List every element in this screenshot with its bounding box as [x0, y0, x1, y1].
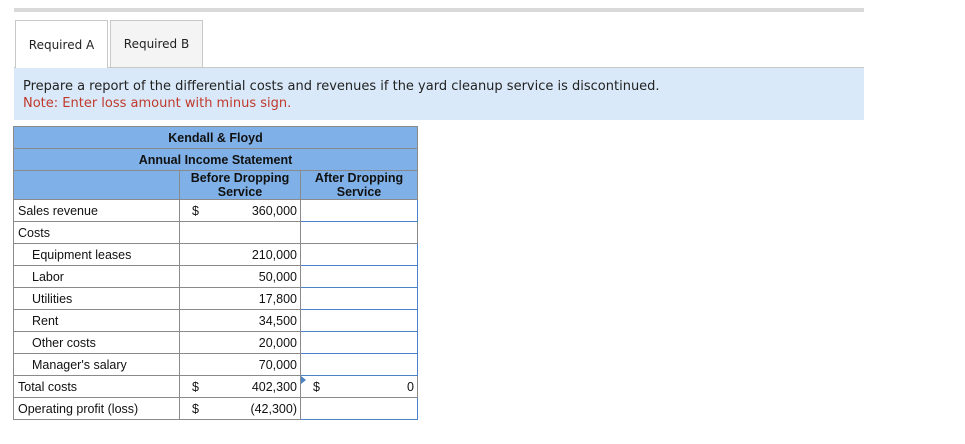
after-input-cell[interactable] — [300, 309, 418, 332]
instructions-panel: Prepare a report of the differential cos… — [14, 67, 864, 120]
table-row: Labor 50,000 — [13, 265, 418, 288]
instructions-text: Prepare a report of the differential cos… — [23, 79, 660, 94]
tab-required-a[interactable]: Required A — [15, 20, 108, 68]
tab-required-b[interactable]: Required B — [110, 20, 203, 67]
after-input-cell[interactable] — [300, 353, 418, 376]
header-blank — [13, 170, 180, 200]
before-value-cell: 70,000 — [179, 353, 306, 376]
after-input-cell[interactable] — [300, 243, 418, 266]
after-amount-input[interactable] — [304, 267, 414, 286]
before-value: 360,000 — [251, 203, 297, 218]
row-label: Manager's salary — [13, 353, 180, 376]
row-label: Utilities — [13, 287, 180, 310]
statement-title: Annual Income Statement — [13, 148, 418, 171]
before-value: (42,300) — [250, 401, 297, 416]
before-value-cell — [179, 221, 301, 244]
before-value: 20,000 — [258, 335, 297, 350]
table-row: Sales revenue $360,000 — [13, 199, 418, 222]
company-name: Kendall & Floyd — [13, 126, 418, 149]
table-row: Manager's salary 70,000 — [13, 353, 418, 376]
top-divider — [14, 8, 864, 12]
income-statement-table: Kendall & Floyd Annual Income Statement … — [13, 126, 418, 420]
dollar-sign: $ — [313, 379, 320, 394]
table-row: Operating profit (loss) $ (42,300) — [13, 397, 418, 420]
table-row: Equipment leases 210,000 — [13, 243, 418, 266]
before-value-cell: 17,800 — [179, 287, 306, 310]
table-row: Rent 34,500 — [13, 309, 418, 332]
before-value-cell: $360,000 — [179, 199, 306, 222]
after-amount-input[interactable] — [304, 245, 414, 264]
before-value-cell: $ (42,300) — [179, 397, 306, 420]
table-row: Total costs $402,300 $0 — [13, 375, 418, 398]
row-label: Rent — [13, 309, 180, 332]
after-amount-input[interactable] — [304, 399, 414, 418]
before-value-cell: $402,300 — [179, 375, 306, 398]
before-value: 34,500 — [258, 313, 297, 328]
row-label: Other costs — [13, 331, 180, 354]
after-input-cell[interactable] — [300, 265, 418, 288]
after-amount-input[interactable] — [304, 311, 414, 330]
before-value: 210,000 — [251, 247, 297, 262]
after-amount-input[interactable] — [304, 289, 414, 308]
after-input-cell[interactable] — [300, 199, 418, 222]
before-value: 50,000 — [258, 269, 297, 284]
after-value-cell: $0 — [300, 375, 418, 398]
row-label: Operating profit (loss) — [13, 397, 180, 420]
row-label: Equipment leases — [13, 243, 180, 266]
after-amount-input[interactable] — [304, 333, 414, 352]
table-row: Costs — [13, 221, 418, 244]
before-value: 70,000 — [258, 357, 297, 372]
row-label: Costs — [13, 221, 180, 244]
after-value-cell — [300, 221, 418, 244]
col-header-before: Before Dropping Service — [179, 170, 301, 200]
before-value: 402,300 — [251, 379, 297, 394]
after-input-cell[interactable] — [300, 287, 418, 310]
before-value-cell: 34,500 — [179, 309, 306, 332]
before-value-cell: 50,000 — [179, 265, 306, 288]
row-label: Sales revenue — [13, 199, 180, 222]
before-value: 17,800 — [258, 291, 297, 306]
after-amount-input[interactable] — [304, 201, 414, 220]
dollar-sign: $ — [192, 401, 199, 416]
after-input-cell[interactable] — [300, 397, 418, 420]
row-label: Labor — [13, 265, 180, 288]
table-row: Utilities 17,800 — [13, 287, 418, 310]
dollar-sign: $ — [192, 203, 199, 218]
before-value-cell: 210,000 — [179, 243, 306, 266]
table-row: Other costs 20,000 — [13, 331, 418, 354]
col-header-after: After Dropping Service — [300, 170, 418, 200]
after-input-cell[interactable] — [300, 331, 418, 354]
instructions-note: Note: Enter loss amount with minus sign. — [23, 96, 292, 111]
after-amount-input[interactable] — [304, 355, 414, 374]
after-value: 0 — [407, 379, 414, 394]
row-label: Total costs — [13, 375, 180, 398]
dollar-sign: $ — [192, 379, 199, 394]
before-value-cell: 20,000 — [179, 331, 306, 354]
